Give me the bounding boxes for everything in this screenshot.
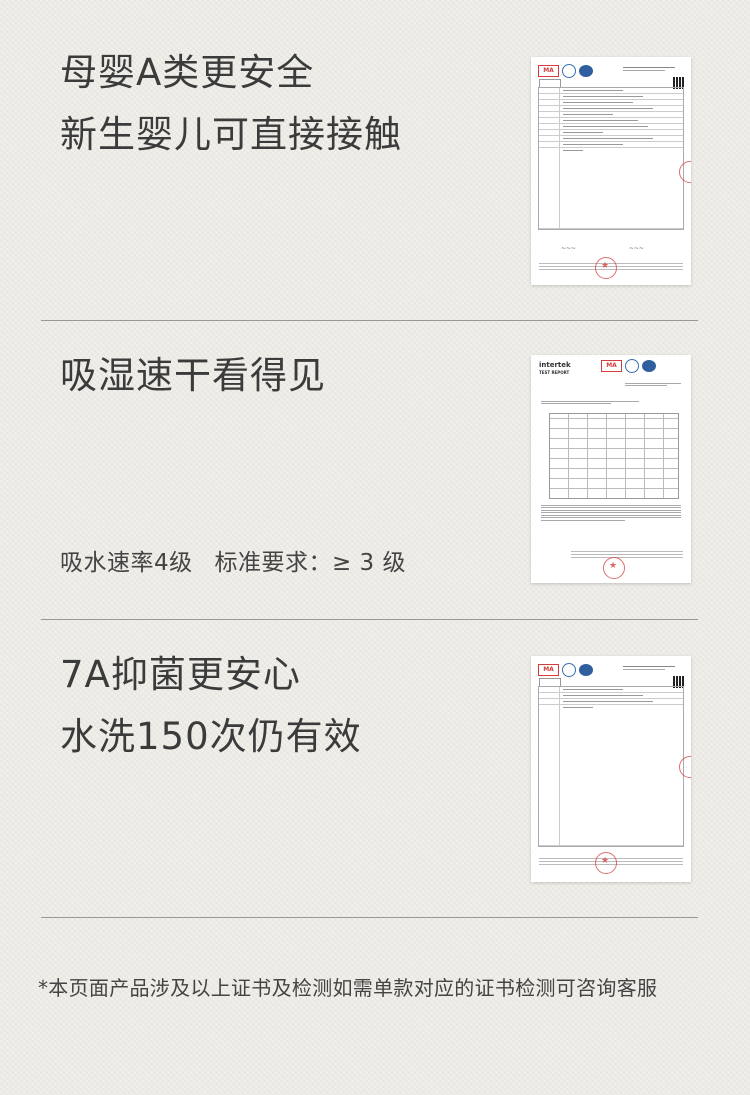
- red-seal-icon: [595, 257, 617, 279]
- headline-line-1: 7A抑菌更安心: [60, 653, 301, 696]
- cma-logo-icon: MA: [538, 664, 559, 676]
- signature-icon: ~~~: [561, 245, 577, 252]
- test-result-grid: [549, 413, 679, 499]
- intertek-logo: intertek: [539, 361, 571, 369]
- ilac-mra-icon: [562, 64, 576, 78]
- cnas-icon: [579, 664, 593, 676]
- cert-footer: [571, 549, 683, 560]
- cert-table: [538, 87, 684, 230]
- test-report-label: TEST REPORT: [539, 370, 570, 375]
- cnas-icon: [579, 65, 593, 77]
- report-header-lines: [541, 381, 681, 388]
- org-header-lines: [623, 65, 675, 73]
- cma-logo-icon: MA: [538, 65, 559, 77]
- report-notes: [541, 503, 681, 522]
- cnas-icon: [642, 360, 656, 372]
- section-baby-safe: 母婴A类更安全 新生婴儿可直接接触 MA ~~~ ~~~ ★: [0, 0, 750, 320]
- section-antibacterial: 7A抑菌更安心 水洗150次仍有效 MA: [0, 620, 750, 918]
- headline: 母婴A类更安全 新生婴儿可直接接触: [60, 42, 402, 166]
- headline-line-1: 母婴A类更安全: [60, 51, 315, 94]
- headline-line-1: 吸湿速干看得见: [60, 354, 326, 397]
- cma-logo-icon: MA: [601, 360, 622, 372]
- certificate-image-2: intertek TEST REPORT MA: [531, 355, 691, 583]
- certificate-image-1: MA ~~~ ~~~: [531, 57, 691, 285]
- headline: 7A抑菌更安心 水洗150次仍有效: [60, 644, 362, 768]
- cert-table: [538, 686, 684, 847]
- section-quick-dry: 吸湿速干看得见 吸水速率4级 标准要求：≥ 3 级 intertek TEST …: [0, 321, 750, 619]
- headline-line-2: 水洗150次仍有效: [60, 715, 362, 758]
- absorption-rating: 吸水速率4级 标准要求：≥ 3 级: [60, 543, 420, 577]
- absorption-grade: 吸水速率4级: [60, 550, 193, 576]
- red-seal-icon: [603, 557, 625, 579]
- signature-icon: ~~~: [629, 245, 645, 252]
- ilac-mra-icon: [625, 359, 639, 373]
- org-header-lines: [623, 664, 675, 672]
- headline: 吸湿速干看得见: [60, 345, 326, 407]
- ilac-mra-icon: [562, 663, 576, 677]
- section-divider: [41, 917, 698, 918]
- footnote: *本页面产品涉及以上证书及检测如需单款对应的证书检测可咨询客服: [38, 976, 658, 1000]
- report-intro-lines: [541, 399, 681, 406]
- headline-line-2: 新生婴儿可直接接触: [60, 113, 402, 156]
- certificate-image-3: MA: [531, 656, 691, 882]
- red-seal-icon: [595, 852, 617, 874]
- standard-requirement: 标准要求：≥ 3 级: [214, 550, 406, 576]
